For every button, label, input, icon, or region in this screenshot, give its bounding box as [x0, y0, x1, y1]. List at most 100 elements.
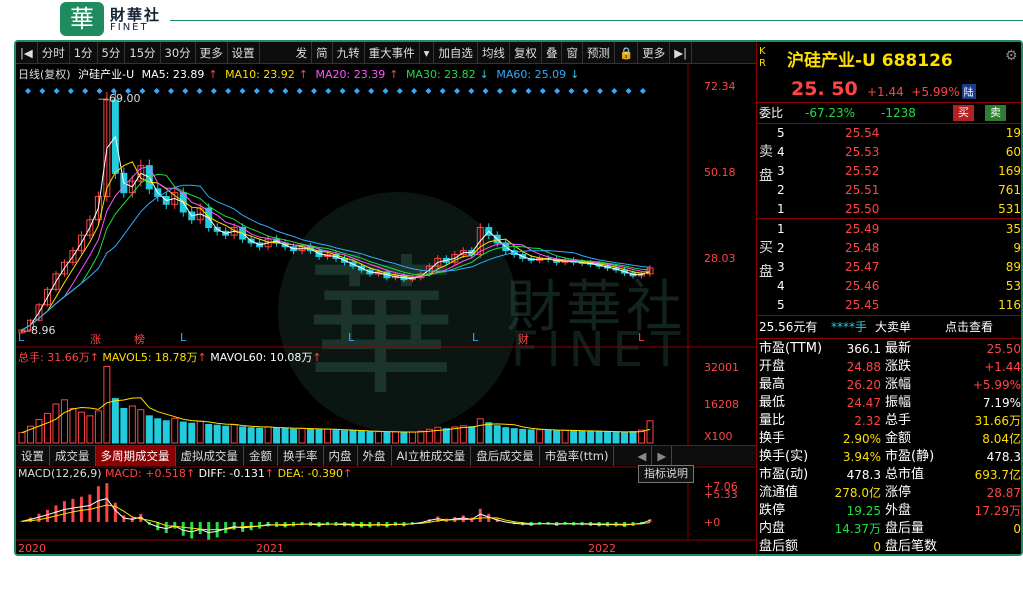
toolbar-events-dropdown[interactable]: ▾ — [420, 42, 435, 64]
toolbar-nine-turn[interactable]: 九转 — [333, 42, 365, 64]
stat-value: 693.7亿 — [974, 468, 1021, 482]
tab-pe-ttm[interactable]: 市盈率(ttm) — [540, 445, 615, 466]
bid-price: 25.49 — [845, 222, 880, 236]
toolbar-forecast[interactable]: 预测 — [583, 42, 615, 64]
bid-row[interactable]: 1 25.49 35 — [757, 220, 1021, 238]
bid-row[interactable]: 4 25.46 53 — [757, 277, 1021, 295]
toolbar-intraday[interactable]: 分时 — [38, 42, 70, 64]
tab-after-hours-volume[interactable]: 盘后成交量 — [471, 445, 540, 466]
bid-row[interactable]: 2 25.48 9 — [757, 239, 1021, 257]
event-diamond — [239, 88, 246, 94]
tab-settings[interactable]: 设置 — [16, 445, 50, 466]
tab-outer[interactable]: 外盘 — [358, 445, 392, 466]
toolbar-more-periods[interactable]: 更多 — [196, 42, 228, 64]
toolbar-overlay[interactable]: 叠 — [542, 42, 563, 64]
tab-prev-arrow[interactable]: ◀ — [632, 445, 653, 466]
toolbar-simplified[interactable]: 简 — [312, 42, 333, 64]
toolbar-add-watchlist[interactable]: 加自选 — [434, 42, 478, 64]
toolbar-window[interactable]: 窗 — [562, 42, 583, 64]
candle-body — [256, 242, 264, 248]
ask-row[interactable]: 5 25.54 19 — [757, 124, 1021, 142]
toolbar-1min[interactable]: 1分 — [70, 42, 98, 64]
event-diamond — [368, 88, 375, 94]
kr-badge: K R — [759, 46, 766, 69]
bid-row[interactable]: 3 25.47 89 — [757, 258, 1021, 276]
macd-value: MACD: +0.518 — [105, 467, 186, 480]
event-marker[interactable]: 财 — [518, 331, 529, 347]
volume-bar — [307, 428, 315, 444]
event-marker[interactable]: L — [472, 331, 478, 344]
stat-value: 14.37万 — [834, 522, 881, 536]
stat-value: 3.94% — [842, 450, 881, 464]
ask-row[interactable]: 3 25.52 169 — [757, 162, 1021, 180]
event-marker[interactable]: L — [18, 331, 24, 344]
event-marker[interactable]: 涨 — [90, 331, 101, 347]
stat-label: 外盘 — [885, 503, 912, 518]
gear-icon[interactable]: ⚙ — [1005, 48, 1018, 64]
candle-body — [273, 238, 281, 244]
event-diamond — [82, 88, 89, 94]
buy-button[interactable]: 买 — [953, 105, 974, 121]
tab-virtual-volume[interactable]: 虚拟成交量 — [176, 445, 244, 466]
volume-bar — [290, 428, 298, 444]
tab-next-arrow[interactable]: ▶ — [652, 445, 673, 466]
ask-volume: 19 — [1005, 126, 1021, 140]
toolbar-15min[interactable]: 15分 — [125, 42, 161, 64]
candle-body — [137, 165, 145, 182]
candle-body — [171, 192, 179, 205]
event-marker[interactable]: 榜 — [134, 331, 145, 347]
ask-row[interactable]: 2 25.51 761 — [757, 181, 1021, 199]
toolbar-publish[interactable]: 发 — [292, 42, 313, 64]
event-marker[interactable]: L — [180, 331, 186, 344]
sell-button[interactable]: 卖 — [985, 105, 1006, 121]
volume-bar — [52, 403, 60, 444]
toolbar-moving-average[interactable]: 均线 — [478, 42, 510, 64]
toolbar-5min[interactable]: 5分 — [98, 42, 126, 64]
bid-level: 1 — [777, 222, 785, 236]
period-label: 日线(复权) — [18, 68, 71, 81]
event-diamond — [525, 88, 532, 94]
stat-label: 盘后额 — [759, 539, 799, 554]
toolbar-more[interactable]: 更多 — [638, 42, 671, 64]
event-diamond — [196, 88, 203, 94]
ask-row[interactable]: 1 25.50 531 — [757, 200, 1021, 218]
tab-amount[interactable]: 金额 — [244, 445, 278, 466]
candle-body — [510, 250, 518, 256]
dea-value: DEA: -0.390 — [277, 467, 343, 480]
low-annotation: —8.96 — [20, 324, 56, 337]
volume-bar — [612, 431, 620, 444]
stat-label: 总手 — [885, 413, 912, 428]
tab-inner[interactable]: 内盘 — [324, 445, 358, 466]
ma20-label: MA20: 23.39 — [315, 68, 386, 81]
lock-icon[interactable]: 🔒 — [615, 42, 639, 64]
tab-turnover[interactable]: 换手率 — [278, 445, 324, 466]
indicator-help-button[interactable]: 指标说明 — [638, 465, 694, 483]
toolbar-settings[interactable]: 设置 — [228, 42, 260, 64]
event-diamond — [268, 88, 275, 94]
toolbar-last-button[interactable]: ▶| — [670, 42, 692, 64]
volume-bar — [434, 426, 442, 444]
volume-bar — [35, 419, 43, 444]
volume-bar — [570, 430, 578, 444]
ask-row[interactable]: 4 25.53 60 — [757, 143, 1021, 161]
event-diamond — [468, 88, 475, 94]
tab-volume[interactable]: 成交量 — [50, 445, 96, 466]
bid-row[interactable]: 5 25.45 116 — [757, 296, 1021, 314]
toolbar-major-events[interactable]: 重大事件 — [365, 42, 420, 64]
event-diamond — [25, 88, 31, 94]
volume-bar — [485, 422, 493, 444]
toolbar-30min[interactable]: 30分 — [161, 42, 196, 64]
toolbar-adjust[interactable]: 复权 — [510, 42, 542, 64]
event-marker[interactable]: L — [348, 331, 354, 344]
stat-value: 0 — [1013, 522, 1021, 536]
tab-multi-period-volume[interactable]: 多周期成交量 — [95, 445, 176, 466]
event-marker[interactable]: L — [638, 331, 644, 344]
stat-label: 跌停 — [759, 503, 786, 518]
volume-bar — [103, 365, 111, 444]
volume-bar — [425, 428, 433, 444]
tab-ai-volume[interactable]: AI立桩成交量 — [392, 445, 472, 466]
volume-bar — [340, 430, 348, 444]
view-link[interactable]: 点击查看 — [945, 318, 993, 336]
candle-body — [188, 211, 196, 221]
toolbar-first-button[interactable]: |◀ — [16, 42, 38, 64]
